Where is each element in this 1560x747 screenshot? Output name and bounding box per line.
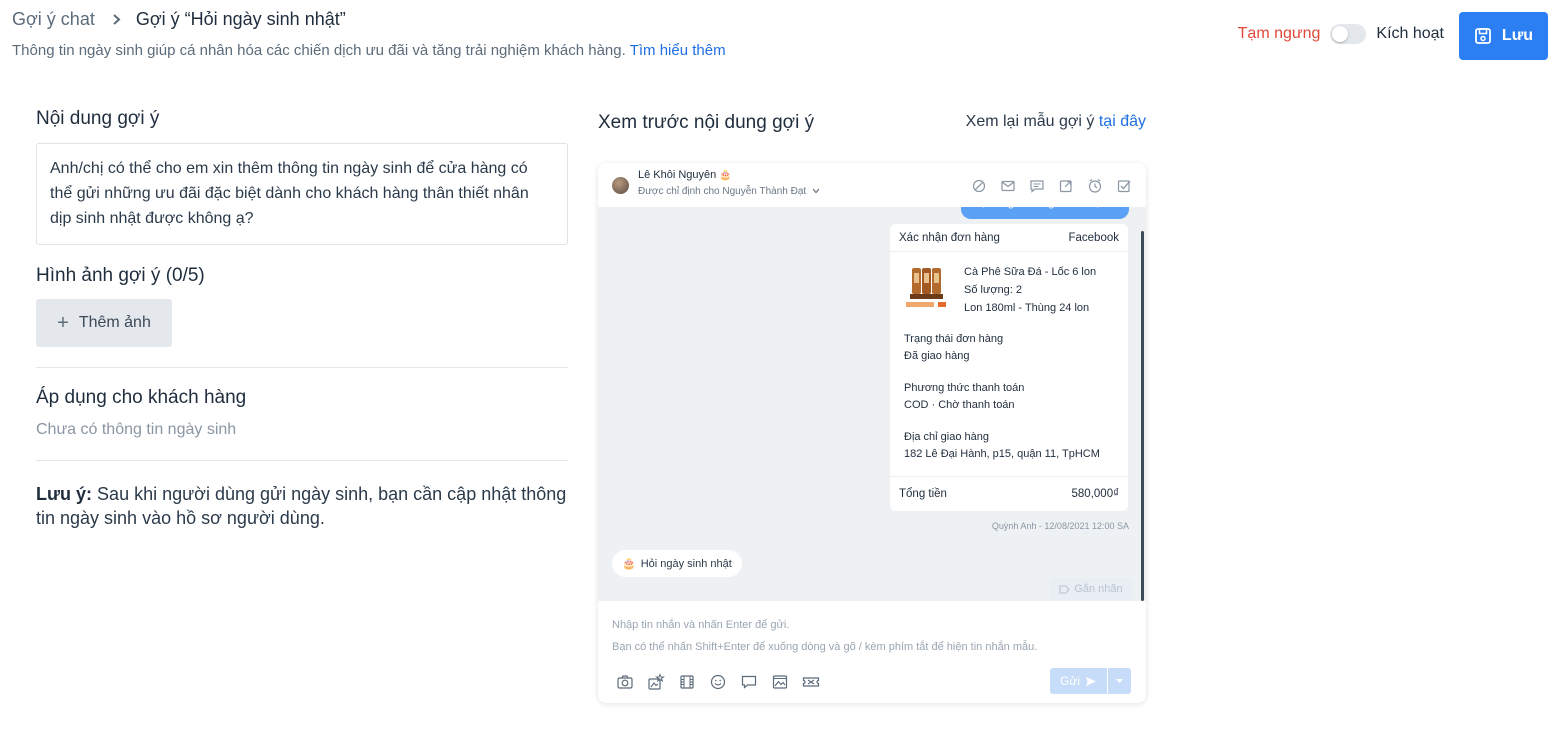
page-subtitle: Thông tin ngày sinh giúp cá nhân hóa các… (12, 42, 726, 59)
chat-header-actions (971, 178, 1132, 194)
content-section-title: Nội dung gợi ý (36, 108, 160, 129)
address-value: 182 Lê Đại Hành, p15, quận 11, TpHCM (904, 448, 1100, 460)
suggestion-form: Nội dung gợi ý Anh/chị có thể cho em xin… (36, 108, 568, 530)
save-icon (1475, 28, 1491, 44)
ticket-icon[interactable] (802, 673, 820, 691)
mail-icon[interactable] (1000, 178, 1016, 194)
order-status-value: Đã giao hàng (904, 350, 970, 362)
status-on-label: Kích hoạt (1376, 25, 1444, 42)
customer-name-text: Lê Khôi Nguyên (638, 169, 717, 181)
composer-tools (616, 673, 820, 691)
suggestion-chip[interactable]: 🎂 Hỏi ngày sinh nhật (612, 550, 742, 577)
chat-header: Lê Khôi Nguyên 🎂 Được chỉ định cho Nguyễ… (598, 163, 1146, 207)
external-icon[interactable] (1058, 178, 1074, 194)
ban-icon[interactable] (971, 178, 987, 194)
chat-preview: Lê Khôi Nguyên 🎂 Được chỉ định cho Nguyễ… (598, 163, 1146, 703)
smile-icon[interactable] (709, 673, 727, 691)
assigned-text: Được chỉ định cho Nguyễn Thành Đạt (638, 186, 807, 197)
toggle-knob (1332, 26, 1349, 42)
total-label: Tổng tiền (899, 488, 947, 500)
cake-icon: 🎂 (622, 558, 636, 570)
review-text: Xem lại mẫu gợi ý (965, 113, 1095, 130)
order-total: Tổng tiền 580,000₫ (890, 476, 1128, 511)
send-button[interactable]: Gửi (1050, 668, 1107, 694)
save-button-label: Lưu (1501, 27, 1534, 44)
checkbox-icon[interactable] (1116, 178, 1132, 194)
cake-icon: 🎂 (719, 170, 732, 181)
content-textarea[interactable]: Anh/chị có thể cho em xin thêm thông tin… (36, 143, 568, 245)
product-spec: Lon 180ml - Thùng 24 lon (964, 302, 1090, 314)
subtitle-text: Thông tin ngày sinh giúp cá nhân hóa các… (12, 42, 626, 59)
order-header: Xác nhận đơn hàng (899, 231, 1000, 244)
image-star-icon[interactable] (647, 673, 665, 691)
apply-section-title: Áp dụng cho khách hàng (36, 387, 247, 408)
note-text: Sau khi người dùng gửi ngày sinh, bạn cầ… (36, 484, 567, 528)
preview-title: Xem trước nội dung gợi ý (598, 112, 815, 133)
status-toggle-group: Tạm ngưng Kích hoạt (1238, 24, 1444, 44)
picture-icon[interactable] (771, 673, 789, 691)
order-card: Xác nhận đơn hàng Facebook Cà Phê Sữa Đá… (890, 224, 1128, 511)
save-button[interactable]: Lưu (1459, 12, 1548, 60)
composer-hint: Bạn có thể nhấn Shift+Enter để xuống dòn… (612, 641, 1038, 653)
message-composer[interactable]: Nhập tin nhắn và nhấn Enter để gửi. Bạn … (598, 601, 1146, 703)
customer-name: Lê Khôi Nguyên 🎂 (638, 169, 732, 181)
review-template: Xem lại mẫu gợi ý tại đây (966, 113, 1146, 131)
breadcrumb: Gợi ý chat Gợi ý “Hỏi ngày sinh nhật” (12, 9, 346, 30)
chat-bubble-icon[interactable] (740, 673, 758, 691)
add-image-label: Thêm ảnh (78, 314, 151, 331)
chevron-down-icon (812, 186, 820, 197)
status-toggle[interactable] (1330, 24, 1367, 44)
divider (36, 367, 568, 368)
message-meta: Quỳnh Anh - 12/08/2021 12:00 SA (991, 521, 1129, 531)
product-image (904, 264, 954, 312)
tag-button[interactable]: Gắn nhãn (1050, 578, 1132, 600)
camera-icon[interactable] (616, 673, 634, 691)
avatar (612, 177, 629, 194)
total-value: 580,000₫ (1071, 488, 1119, 500)
order-status-label: Trạng thái đơn hàng (904, 333, 1004, 345)
caret-down-icon (1116, 679, 1123, 683)
send-label: Gửi (1059, 674, 1081, 688)
outgoing-message: Bạ em gửi thông tin đơn ạ (961, 207, 1129, 219)
address-label: Địa chỉ giao hàng (904, 431, 990, 443)
tag-label: Gắn nhãn (1074, 583, 1123, 595)
breadcrumb-root[interactable]: Gợi ý chat (12, 9, 95, 30)
product-name: Cà Phê Sữa Đá - Lốc 6 lon (964, 266, 1097, 278)
suggestion-chip-label: Hỏi ngày sinh nhật (640, 557, 732, 570)
divider (36, 460, 568, 461)
product-quantity: Số lượng: 2 (964, 284, 1022, 296)
images-section-title: Hình ảnh gợi ý (0/5) (36, 265, 205, 286)
order-card-header: Xác nhận đơn hàng Facebook (890, 224, 1128, 252)
add-image-button[interactable]: + Thêm ảnh (36, 299, 172, 347)
order-channel: Facebook (1068, 231, 1119, 244)
chevron-right-icon (111, 14, 122, 25)
plus-icon: + (57, 311, 69, 334)
chat-scrollbar[interactable] (1141, 231, 1144, 601)
payment-label: Phương thức thanh toán (904, 382, 1025, 394)
page-title: Gợi ý “Hỏi ngày sinh nhật” (135, 9, 346, 29)
tag-icon (1059, 584, 1071, 594)
apply-value: Chưa có thông tin ngày sinh (36, 421, 237, 438)
send-options-button[interactable] (1108, 668, 1131, 694)
learn-more-link[interactable]: Tìm hiểu thêm (630, 42, 726, 59)
film-icon[interactable] (678, 673, 696, 691)
chat-messages: Bạ em gửi thông tin đơn ạ Xác nhận đơn h… (598, 207, 1146, 601)
comment-icon[interactable] (1029, 178, 1045, 194)
clock-icon[interactable] (1087, 178, 1103, 194)
status-off-label: Tạm ngưng (1237, 25, 1321, 42)
payment-value: COD · Chờ thanh toán (904, 399, 1015, 411)
send-icon (1085, 676, 1097, 687)
review-link[interactable]: tại đây (1099, 113, 1146, 130)
composer-placeholder: Nhập tin nhắn và nhấn Enter để gửi. (612, 619, 790, 631)
assigned-to[interactable]: Được chỉ định cho Nguyễn Thành Đạt (638, 186, 820, 197)
note: Lưu ý: Sau khi người dùng gửi ngày sinh,… (36, 482, 568, 530)
note-label: Lưu ý: (36, 484, 93, 504)
